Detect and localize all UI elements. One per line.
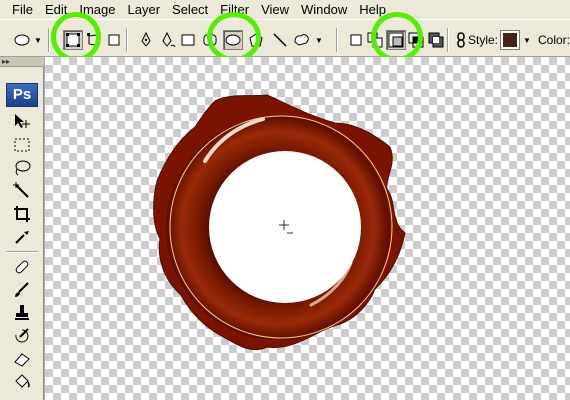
separator [126,28,128,52]
toolbox-grip[interactable]: ▸▸ [0,57,44,67]
crop-icon [14,206,30,222]
menu-layer[interactable]: Layer [122,0,167,19]
marquee-icon [14,138,30,152]
paths-button[interactable] [84,30,104,50]
polygon-tool-button[interactable] [246,30,266,50]
eyedropper-tool[interactable] [8,226,36,248]
ellipse-icon [225,34,241,46]
style-dropdown-arrow[interactable]: ▼ [522,30,532,50]
eyedropper-icon [15,231,29,244]
line-tool-button[interactable] [270,30,290,50]
separator [336,28,338,52]
intersect-shape-areas-icon [408,32,424,48]
wax-seal-artwork [153,94,406,351]
create-new-shape-layer-button[interactable] [346,30,366,50]
history-brush-tool[interactable] [8,325,36,347]
toolbox: ▸▸ Ps [0,57,44,400]
inner-hole [209,151,361,303]
style-label: Style: [468,33,499,47]
eraser-icon [14,353,30,367]
move-tool[interactable] [8,111,36,133]
custom-shape-tool-button[interactable] [292,30,312,50]
rectangular-marquee-tool[interactable] [8,134,36,156]
paint-bucket-icon [15,374,30,388]
blur-tool[interactable] [8,394,36,400]
brush-tool[interactable] [8,279,36,301]
menu-bar: File Edit Image Layer Select Filter View… [0,0,570,19]
lasso-icon [15,160,31,176]
toolbox-separator [6,251,38,253]
paths-icon [87,33,100,46]
menu-window[interactable]: Window [295,0,353,19]
history-brush-icon [15,328,29,343]
options-bar: ▼ ▼ Style: ▼ Color: [0,19,570,57]
rectangle-tool-button[interactable] [178,30,198,50]
photoshop-logo[interactable]: Ps [6,83,38,107]
new-shape-layer-icon [350,34,362,46]
menu-image[interactable]: Image [73,0,121,19]
shape-layers-button[interactable] [63,30,83,50]
shape-layers-icon [66,33,80,47]
add-to-shape-area-button[interactable] [365,30,385,50]
subtract-from-shape-area-button[interactable] [386,30,406,50]
document-canvas[interactable] [45,57,570,400]
subtract-shape-area-icon [388,32,404,48]
style-swatch[interactable] [500,30,520,50]
freeform-pen-button[interactable] [158,30,178,50]
crop-tool[interactable] [8,203,36,225]
eraser-tool[interactable] [8,348,36,370]
fill-pixels-button[interactable] [104,30,124,50]
fill-pixels-icon [108,34,120,46]
magic-wand-tool[interactable] [8,180,36,202]
separator [48,28,50,52]
custom-shape-icon [294,34,309,46]
bandage-icon [15,260,29,274]
preset-dropdown-arrow[interactable]: ▼ [33,30,43,50]
exclude-overlap-icon [428,32,444,48]
intersect-shape-areas-button[interactable] [406,30,426,50]
pen-tool-button[interactable] [136,30,156,50]
menu-filter[interactable]: Filter [214,0,255,19]
menu-view[interactable]: View [255,0,295,19]
clone-stamp-tool[interactable] [8,302,36,324]
brush-icon [15,282,29,297]
stamp-icon [15,305,29,320]
move-tool-icon [15,114,30,128]
add-shape-area-icon [367,32,383,48]
rectangle-icon [181,34,195,46]
magic-wand-icon [13,182,29,198]
exclude-overlapping-shape-areas-button[interactable] [426,30,446,50]
chain-link-icon [457,32,465,48]
rounded-rectangle-icon [203,34,217,46]
ellipse-tool-icon [14,34,30,46]
menu-help[interactable]: Help [353,0,392,19]
menu-edit[interactable]: Edit [39,0,73,19]
ellipse-tool-button[interactable] [223,30,243,50]
tool-preset-picker[interactable] [12,30,32,50]
freeform-pen-icon [162,32,176,48]
separator [447,28,449,52]
menu-file[interactable]: File [6,0,39,19]
pen-icon [141,32,151,47]
menu-select[interactable]: Select [166,0,214,19]
style-swatch-fill [503,33,517,47]
line-icon [273,33,287,47]
healing-brush-tool[interactable] [8,256,36,278]
geometry-options-arrow[interactable]: ▼ [314,30,324,50]
lasso-tool[interactable] [8,157,36,179]
color-label: Color: [538,33,570,47]
rounded-rectangle-tool-button[interactable] [200,30,220,50]
paint-bucket-tool[interactable] [8,371,36,393]
polygon-icon [249,33,263,47]
